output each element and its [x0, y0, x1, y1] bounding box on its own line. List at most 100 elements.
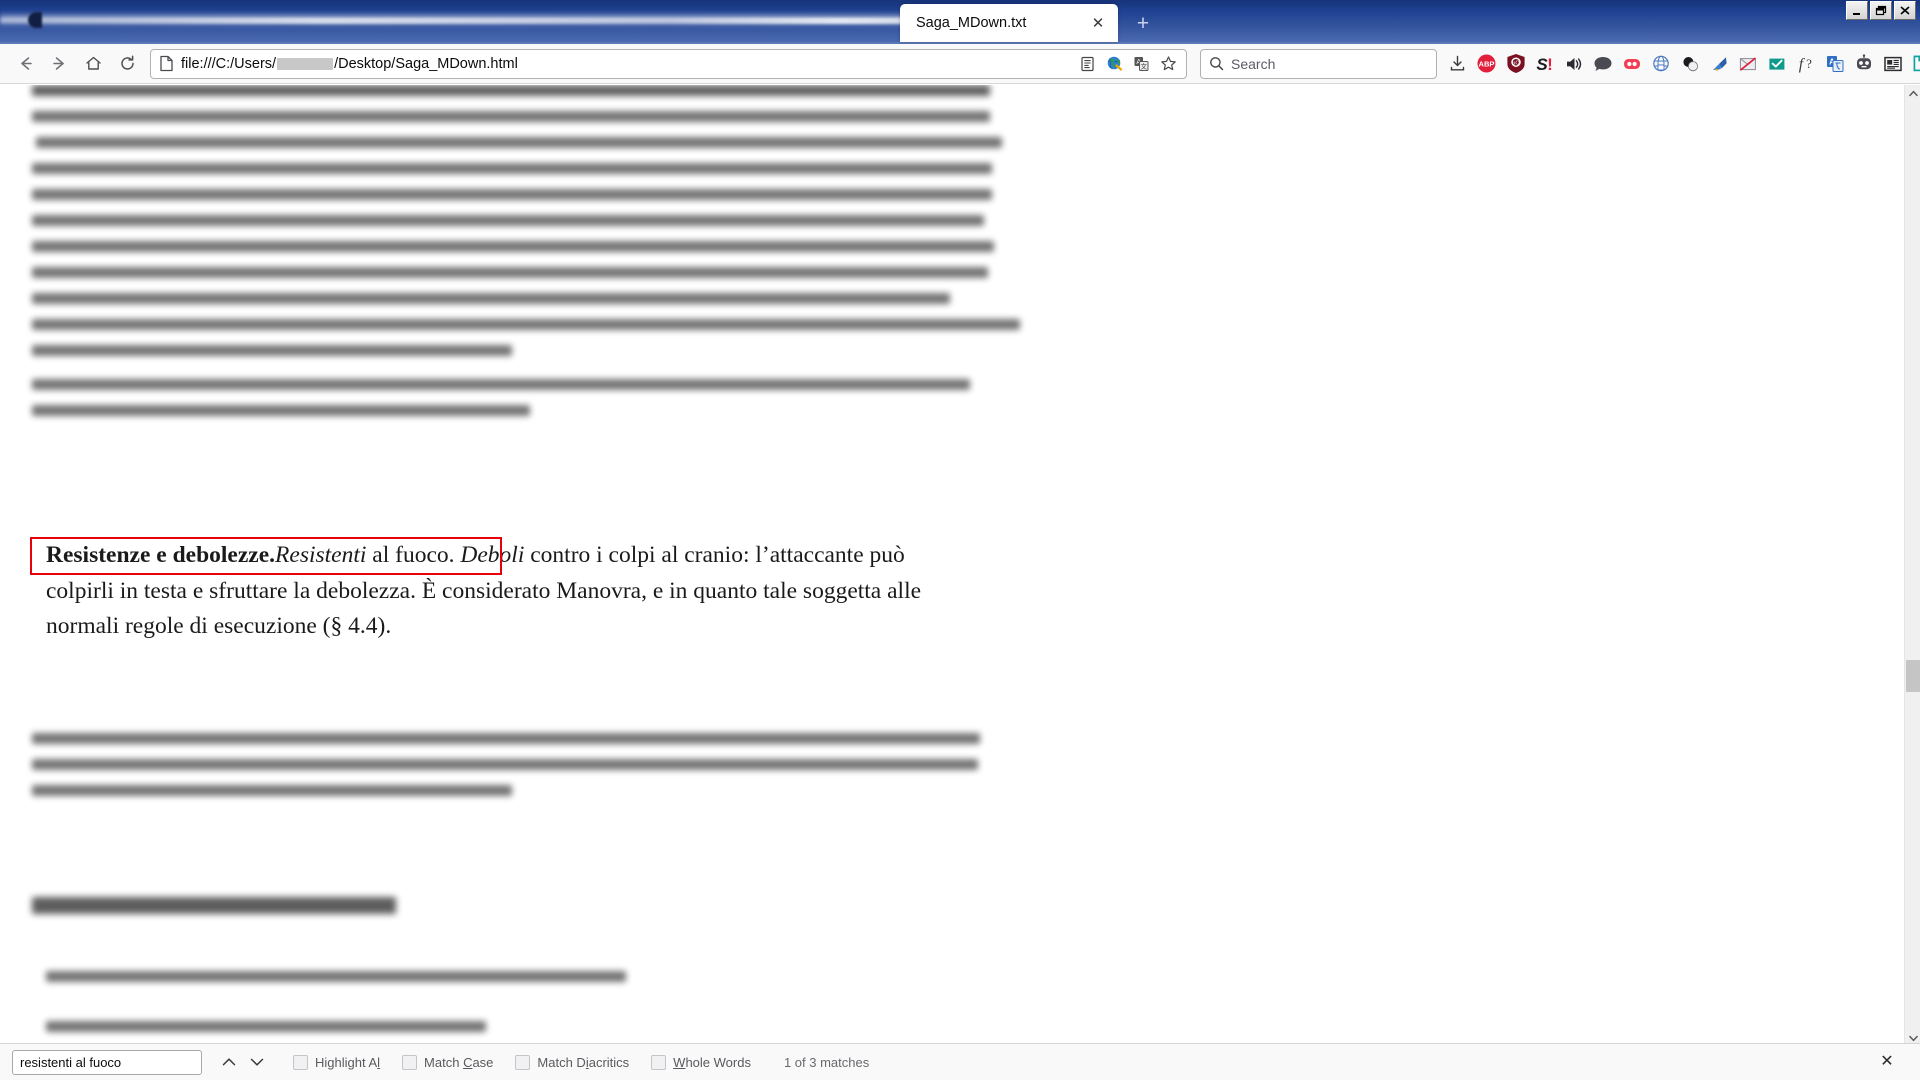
blurred-line — [32, 163, 992, 174]
news-reader-icon[interactable] — [1878, 49, 1907, 79]
restore-icon[interactable] — [1870, 1, 1892, 20]
address-bar[interactable]: file:///C:/Users/ /Desktop/Saga_MDown.htm… — [150, 48, 1187, 79]
toolbar-extension-icons: ABP uO S! f ? A — [1443, 49, 1920, 79]
page-content: Resistenze e debolezze.Resistenti al fuo… — [0, 85, 1904, 1047]
blurred-line — [32, 111, 990, 122]
new-tab-icon[interactable]: + — [1130, 10, 1156, 36]
find-close-icon[interactable]: ✕ — [1874, 1049, 1900, 1075]
paragraph-lead-italic: Resistenti — [275, 542, 367, 568]
titlebar-glare-cap — [28, 12, 42, 28]
scroll-up-icon[interactable] — [1905, 85, 1920, 102]
find-input-value: resistenti al fuoco — [20, 1054, 122, 1070]
find-navigation — [215, 1049, 271, 1075]
mail-check-icon[interactable] — [1762, 49, 1791, 79]
blurred-line — [32, 241, 994, 252]
blurred-line — [32, 733, 980, 744]
robot-icon[interactable] — [1849, 49, 1878, 79]
find-match-status: 1 of 3 matches — [783, 1054, 870, 1070]
svg-text:文: 文 — [1141, 61, 1148, 70]
svg-text:f: f — [1798, 56, 1805, 73]
svg-text:?: ? — [1806, 56, 1812, 71]
close-icon[interactable] — [1894, 1, 1916, 20]
sparkle-s-icon[interactable]: S! — [1530, 49, 1559, 79]
mute-speaker-icon[interactable] — [1559, 49, 1588, 79]
find-input[interactable]: resistenti al fuoco — [12, 1049, 202, 1075]
blurred-line — [46, 971, 626, 982]
visible-paragraph: Resistenze e debolezze.Resistenti al fuo… — [46, 538, 966, 645]
navigation-toolbar: file:///C:/Users/ /Desktop/Saga_MDown.htm… — [0, 44, 1920, 84]
highlight-all-checkbox[interactable] — [293, 1054, 308, 1070]
bookmark-star-icon[interactable] — [1155, 51, 1182, 77]
blurred-line — [32, 267, 988, 278]
download-icon[interactable] — [1443, 49, 1472, 79]
blurred-line — [32, 785, 512, 796]
yin-yang-icon[interactable] — [1675, 49, 1704, 79]
url-prefix: file:///C:/Users/ — [181, 55, 277, 72]
whole-words-label: Whole Words — [673, 1054, 751, 1070]
find-next-icon[interactable] — [243, 1049, 271, 1075]
search-input[interactable]: Search — [1231, 56, 1275, 72]
whole-words-option[interactable]: Whole Words — [651, 1054, 751, 1070]
highlight-all-label: Highlight Al — [315, 1054, 381, 1070]
svg-text:uO: uO — [1512, 61, 1519, 67]
address-bar-actions: A 文 — [1074, 51, 1186, 77]
match-diacritics-label: Match Diacritics — [537, 1054, 630, 1070]
whole-words-checkbox[interactable] — [651, 1054, 667, 1070]
paragraph-segment-1: al fuoco. — [366, 542, 461, 568]
reload-button[interactable] — [110, 48, 144, 80]
svg-text:ABP: ABP — [1478, 60, 1494, 69]
ublock-origin-icon[interactable]: uO — [1501, 49, 1530, 79]
blurred-line — [32, 345, 512, 356]
highlight-all-option[interactable]: Highlight Al — [293, 1054, 381, 1070]
mail-strike-icon[interactable] — [1733, 49, 1762, 79]
page-scrollbar[interactable] — [1904, 85, 1920, 1047]
blurred-line — [32, 759, 978, 770]
forward-button[interactable] — [42, 48, 76, 80]
pocket-icon[interactable] — [1617, 49, 1646, 79]
adblock-plus-icon[interactable]: ABP — [1472, 49, 1501, 79]
translate-doc-icon[interactable]: A — [1820, 49, 1849, 79]
blurred-section-heading — [32, 897, 396, 914]
highlighter-icon[interactable] — [1704, 49, 1733, 79]
blurred-line — [32, 293, 950, 304]
address-bar-url: file:///C:/Users/ /Desktop/Saga_MDown.htm… — [181, 56, 1074, 72]
scrollbar-thumb[interactable] — [1906, 660, 1920, 692]
svg-text:!: ! — [1547, 55, 1553, 74]
chat-bubble-icon[interactable] — [1588, 49, 1617, 79]
save-disk-icon[interactable] — [1907, 49, 1920, 79]
match-case-label: Match Case — [424, 1054, 494, 1070]
minimize-icon[interactable] — [1846, 1, 1868, 20]
blurred-line — [32, 319, 1020, 330]
page-translate-icon[interactable]: A 文 — [1128, 51, 1155, 77]
tab-close-icon[interactable]: ✕ — [1084, 9, 1112, 37]
find-bar: resistenti al fuoco Highlight Al Match C… — [0, 1043, 1920, 1080]
match-case-option[interactable]: Match Case — [402, 1054, 494, 1070]
url-redacted-username — [277, 57, 334, 70]
find-previous-icon[interactable] — [215, 1049, 243, 1075]
paragraph-italic-2: Deboli — [460, 542, 525, 568]
blurred-line — [32, 379, 970, 390]
back-button[interactable] — [8, 48, 42, 80]
blurred-line — [32, 189, 992, 200]
blurred-line — [36, 137, 1002, 148]
home-button[interactable] — [76, 48, 110, 80]
blurred-line — [32, 215, 984, 226]
blurred-line — [46, 1021, 486, 1032]
tab-title: Saga_MDown.txt — [916, 15, 1027, 31]
reader-view-icon[interactable] — [1074, 51, 1101, 77]
paragraph-lead-bold: Resistenze e debolezze. — [46, 542, 276, 568]
match-diacritics-checkbox[interactable] — [515, 1054, 531, 1070]
search-icon — [1201, 56, 1231, 71]
function-question-icon[interactable]: f? — [1791, 49, 1820, 79]
page-document-icon — [151, 55, 181, 72]
url-suffix: /Desktop/Saga_MDown.html — [334, 55, 518, 72]
translate-globe-icon[interactable] — [1101, 51, 1128, 77]
tab-bar: Saga_MDown.txt ✕ + — [0, 0, 1920, 44]
browser-tab[interactable]: Saga_MDown.txt ✕ — [900, 4, 1118, 42]
match-case-checkbox[interactable] — [402, 1054, 418, 1070]
match-diacritics-option[interactable]: Match Diacritics — [515, 1054, 630, 1070]
blurred-line — [32, 85, 990, 96]
search-bar[interactable]: Search — [1200, 48, 1437, 79]
window-controls — [1846, 1, 1916, 20]
web-grid-icon[interactable] — [1646, 49, 1675, 79]
